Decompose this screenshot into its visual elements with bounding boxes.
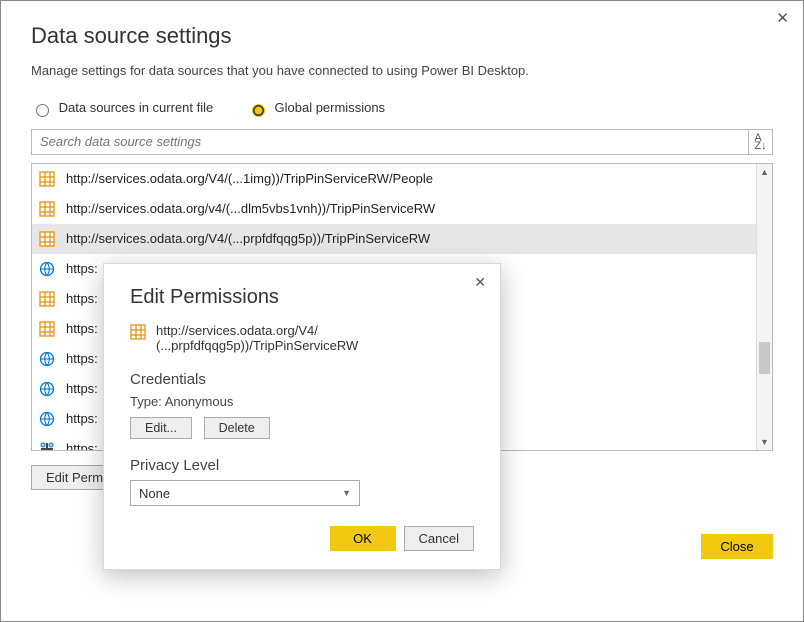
credentials-delete-button[interactable]: Delete [204, 417, 270, 439]
privacy-level-select[interactable]: None ▼ [130, 480, 360, 506]
privacy-heading: Privacy Level [130, 457, 474, 474]
list-item-label: https: [66, 411, 98, 426]
credentials-type: Type: Anonymous [130, 394, 474, 409]
scroll-up-icon[interactable]: ▲ [757, 164, 772, 180]
list-item-label: https: [66, 261, 98, 276]
table-icon [38, 320, 56, 338]
sort-az-icon: AZ↓ [754, 134, 766, 150]
radio-current-file-label: Data sources in current file [59, 100, 214, 115]
radio-current-file-input[interactable] [36, 104, 49, 117]
plus-icon [38, 440, 56, 451]
scope-radio-group: Data sources in current file Global perm… [31, 100, 773, 117]
table-icon [38, 230, 56, 248]
list-item-label: https: [66, 381, 98, 396]
table-icon [130, 324, 146, 343]
cancel-button[interactable]: Cancel [404, 526, 474, 551]
page-subtitle: Manage settings for data sources that yo… [31, 63, 773, 78]
table-icon [38, 290, 56, 308]
radio-global-permissions[interactable]: Global permissions [247, 100, 385, 115]
dialog-source-text: http://services.odata.org/V4/ (...prpfdf… [156, 323, 358, 353]
list-item-label: https: [66, 321, 98, 336]
table-icon [38, 170, 56, 188]
list-item[interactable]: http://services.odata.org/v4/(...dlm5vbs… [32, 194, 756, 224]
list-item[interactable]: http://services.odata.org/V4/(...1img))/… [32, 164, 756, 194]
list-item[interactable]: http://services.odata.org/V4/(...prpfdfq… [32, 224, 756, 254]
dialog-source-line1: http://services.odata.org/V4/ [156, 323, 318, 338]
sort-az-button[interactable]: AZ↓ [749, 129, 773, 155]
table-icon [38, 200, 56, 218]
dialog-source-row: http://services.odata.org/V4/ (...prpfdf… [130, 323, 474, 353]
close-icon[interactable]: ✕ [776, 9, 789, 27]
credentials-heading: Credentials [130, 371, 474, 388]
radio-current-file[interactable]: Data sources in current file [31, 100, 217, 115]
privacy-level-value: None [139, 486, 170, 501]
list-item-label: https: [66, 441, 98, 451]
scroll-down-icon[interactable]: ▼ [757, 434, 772, 450]
dialog-title: Edit Permissions [130, 286, 474, 309]
list-item-label: http://services.odata.org/V4/(...1img))/… [66, 171, 433, 186]
list-item-label: http://services.odata.org/v4/(...dlm5vbs… [66, 201, 435, 216]
globe-icon [38, 380, 56, 398]
globe-icon [38, 350, 56, 368]
ok-button[interactable]: OK [330, 526, 396, 551]
radio-global-permissions-label: Global permissions [275, 100, 386, 115]
scrollbar[interactable]: ▲ ▼ [756, 164, 772, 450]
dialog-source-line2: (...prpfdfqqg5p))/TripPinServiceRW [156, 338, 358, 353]
list-item-label: https: [66, 291, 98, 306]
page-title: Data source settings [31, 23, 773, 49]
chevron-down-icon: ▼ [342, 488, 351, 498]
scroll-thumb[interactable] [759, 342, 770, 374]
list-item-label: https: [66, 351, 98, 366]
globe-icon [38, 260, 56, 278]
radio-global-permissions-input[interactable] [252, 104, 265, 117]
close-button[interactable]: Close [701, 534, 773, 559]
search-input[interactable] [31, 129, 749, 155]
dialog-close-icon[interactable]: ✕ [474, 274, 486, 291]
globe-icon [38, 410, 56, 428]
edit-permissions-dialog: ✕ Edit Permissions http://services.odata… [103, 263, 501, 570]
credentials-edit-button[interactable]: Edit... [130, 417, 192, 439]
list-item-label: http://services.odata.org/V4/(...prpfdfq… [66, 231, 430, 246]
